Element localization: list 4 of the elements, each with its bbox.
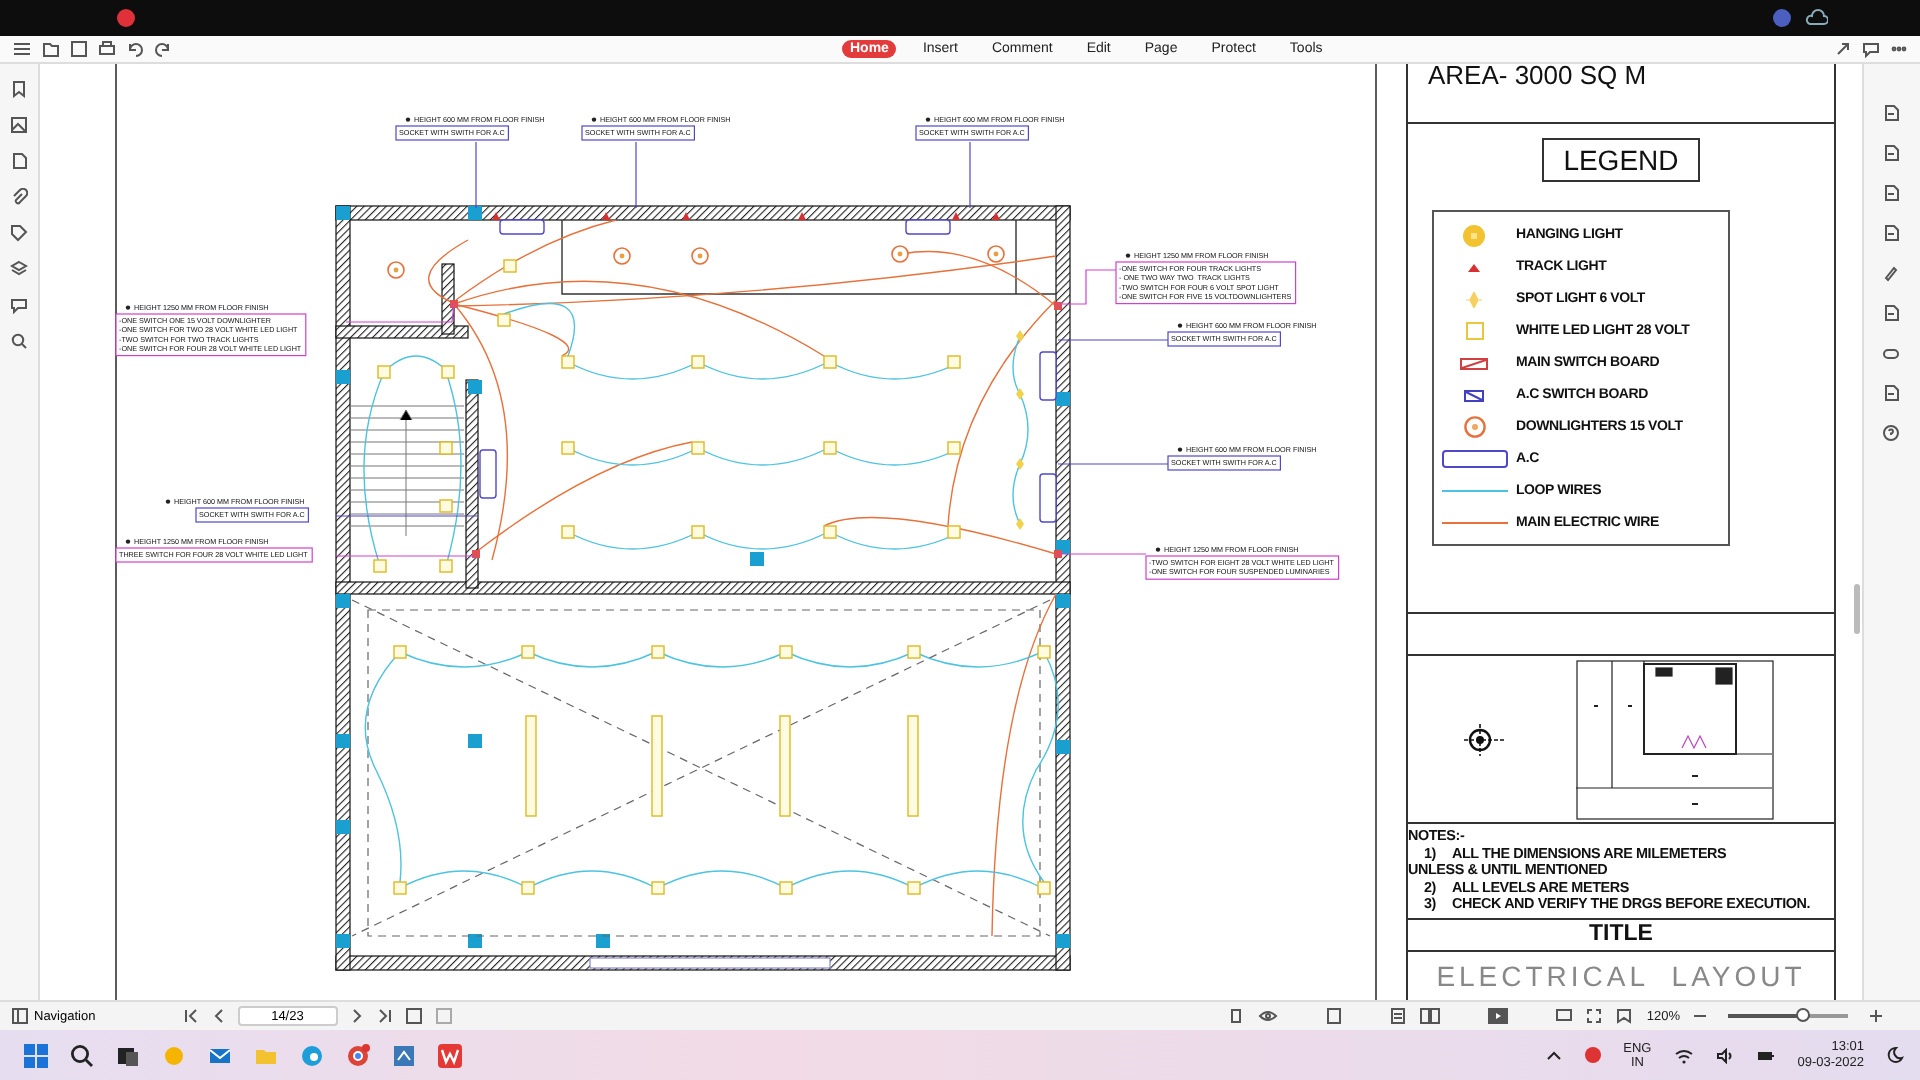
area-label: AREA- 3000 SQ M: [1427, 60, 1647, 90]
legend-title: LEGEND: [1541, 138, 1701, 182]
title-label: TITLE: [1407, 917, 1834, 952]
drawing-title: ELECTRICAL LAYOUT: [1436, 959, 1806, 992]
